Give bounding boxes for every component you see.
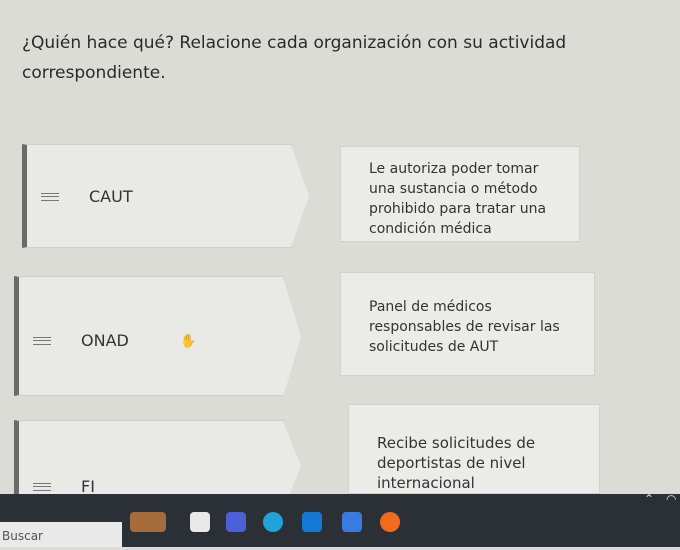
file-explorer-icon[interactable] (190, 512, 210, 532)
wifi-icon[interactable]: ◠ (666, 492, 676, 506)
description-text: Le autoriza poder tomar una sustancia o … (369, 161, 547, 237)
drag-handle-icon[interactable] (41, 193, 59, 201)
question-text: ¿Quién hace qué? Relacione cada organiza… (22, 33, 567, 83)
description-text: Recibe solicitudes de deportistas de niv… (377, 434, 536, 492)
target-description[interactable]: Panel de médicos responsables de revisar… (340, 272, 595, 376)
taskbar-search[interactable]: Buscar (0, 522, 122, 547)
hand-cursor-icon: ✋ (180, 334, 197, 349)
store-icon[interactable] (342, 512, 362, 532)
search-label: Buscar (2, 529, 43, 543)
item-label: CAUT (89, 187, 133, 206)
chevron-up-icon[interactable]: ⌃ (644, 492, 654, 506)
item-label: ONAD (81, 331, 129, 350)
card-arrow (283, 277, 301, 397)
drag-handle-icon[interactable] (33, 483, 51, 491)
outlook-icon[interactable] (302, 512, 322, 532)
edge-icon[interactable] (263, 512, 283, 532)
firefox-icon[interactable] (380, 512, 400, 532)
target-description[interactable]: Le autoriza poder tomar una sustancia o … (340, 146, 580, 242)
media-icon[interactable] (226, 512, 246, 532)
card-arrow (291, 145, 309, 247)
widget-icon[interactable] (130, 512, 166, 532)
drag-handle-icon[interactable] (33, 337, 51, 345)
description-text: Panel de médicos responsables de revisar… (369, 299, 560, 355)
draggable-item-onad[interactable]: ONAD (14, 276, 301, 397)
target-description[interactable]: Recibe solicitudes de deportistas de niv… (348, 404, 600, 494)
draggable-item-caut[interactable]: CAUT (22, 144, 309, 248)
